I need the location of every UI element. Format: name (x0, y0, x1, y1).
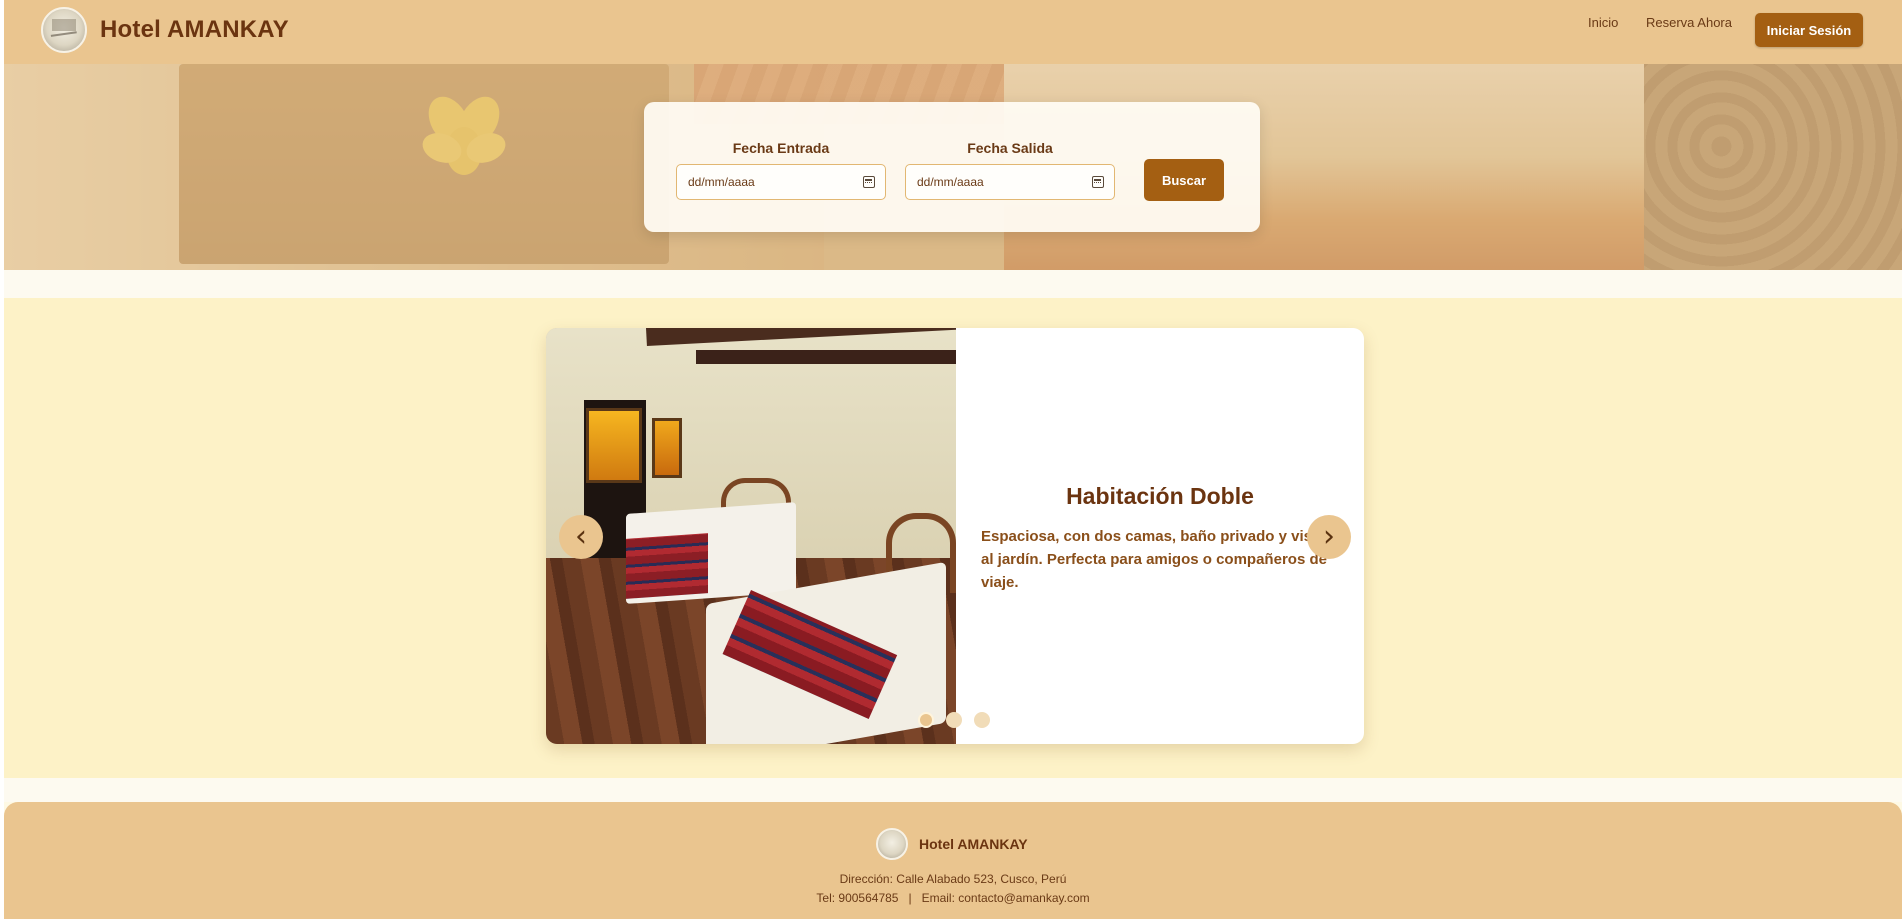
footer-address: Dirección: Calle Alabado 523, Cusco, Per… (839, 872, 1067, 886)
carousel-next-button[interactable]: › (1307, 515, 1351, 559)
footer-logo (876, 828, 908, 860)
photo-blanket (626, 533, 708, 599)
room-photo (546, 328, 956, 744)
logo-house-graphic (52, 19, 76, 31)
calendar-icon[interactable] (1092, 176, 1104, 188)
carousel-dot-3[interactable] (974, 712, 990, 728)
checkin-placeholder: dd/mm/aaaa (688, 175, 755, 189)
footer-contact: Tel: 900564785 | Email: contacto@amankay… (816, 891, 1090, 905)
rooms-section: Habitación Doble Espaciosa, con dos cama… (4, 298, 1902, 778)
footer: Hotel AMANKAY Dirección: Calle Alabado 5… (4, 802, 1902, 919)
footer-brand: Hotel AMANKAY (919, 836, 1028, 852)
room-description: Espaciosa, con dos camas, baño privado y… (981, 528, 1327, 591)
availability-search-card: Fecha Entrada dd/mm/aaaa Fecha Salida dd… (644, 102, 1260, 232)
hotel-logo[interactable] (41, 7, 87, 53)
carousel-dot-1[interactable] (918, 712, 934, 728)
calendar-icon[interactable] (863, 176, 875, 188)
spacer-strip (4, 270, 1902, 298)
page: Hotel AMANKAY Inicio Reserva Ahora Inici… (4, 0, 1902, 919)
brand-name[interactable]: Hotel AMANKAY (100, 16, 289, 44)
carousel-indicators (918, 712, 990, 728)
photo-beam (696, 350, 956, 364)
checkout-date-input[interactable]: dd/mm/aaaa (905, 164, 1115, 200)
photo-window (586, 408, 642, 483)
checkout-label: Fecha Salida (967, 140, 1053, 156)
login-button[interactable]: Iniciar Sesión (1755, 13, 1863, 47)
search-button[interactable]: Buscar (1144, 159, 1224, 201)
logo-script-graphic (50, 31, 78, 40)
spacer-strip (4, 778, 1902, 802)
nav-link-reserva[interactable]: Reserva Ahora (1646, 15, 1732, 30)
photo-window (652, 418, 682, 478)
room-info: Habitación Doble Espaciosa, con dos cama… (956, 328, 1364, 744)
checkin-label: Fecha Entrada (732, 140, 830, 156)
nav-link-inicio[interactable]: Inicio (1588, 15, 1618, 30)
room-carousel-card: Habitación Doble Espaciosa, con dos cama… (546, 328, 1364, 744)
navbar: Hotel AMANKAY Inicio Reserva Ahora Inici… (4, 0, 1902, 64)
room-title: Habitación Doble (1066, 483, 1254, 509)
checkout-placeholder: dd/mm/aaaa (917, 175, 984, 189)
carousel-dot-2[interactable] (946, 712, 962, 728)
carousel-prev-button[interactable]: ‹ (559, 515, 603, 559)
checkin-date-input[interactable]: dd/mm/aaaa (676, 164, 886, 200)
